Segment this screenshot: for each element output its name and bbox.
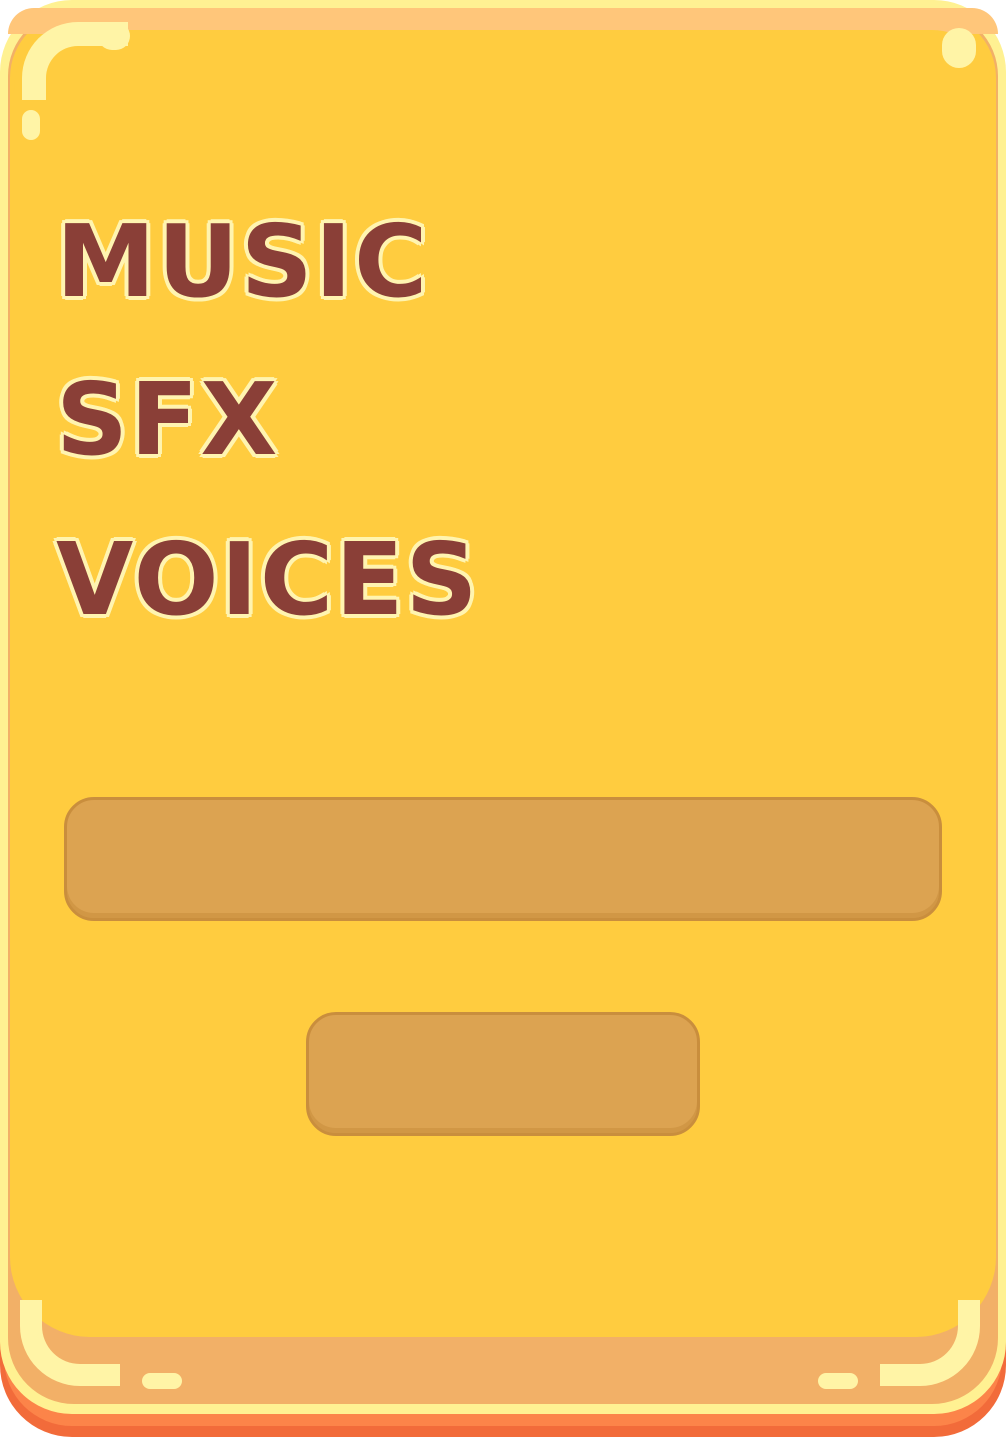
panel-top-face: [14, 30, 992, 170]
voices-label: VOICES: [56, 521, 480, 638]
wide-button-slot[interactable]: [64, 797, 942, 921]
small-button-slot[interactable]: [306, 1012, 700, 1136]
sfx-label: SFX: [56, 361, 280, 478]
highlight-bottom-right-dot: [818, 1373, 858, 1389]
highlight-top-left-dot: [22, 110, 40, 140]
music-label: MUSIC: [56, 203, 430, 320]
highlight-bottom-left-dot: [142, 1373, 182, 1389]
highlight-top-left-cap: [98, 22, 130, 50]
highlight-top-right-dot: [942, 28, 976, 68]
